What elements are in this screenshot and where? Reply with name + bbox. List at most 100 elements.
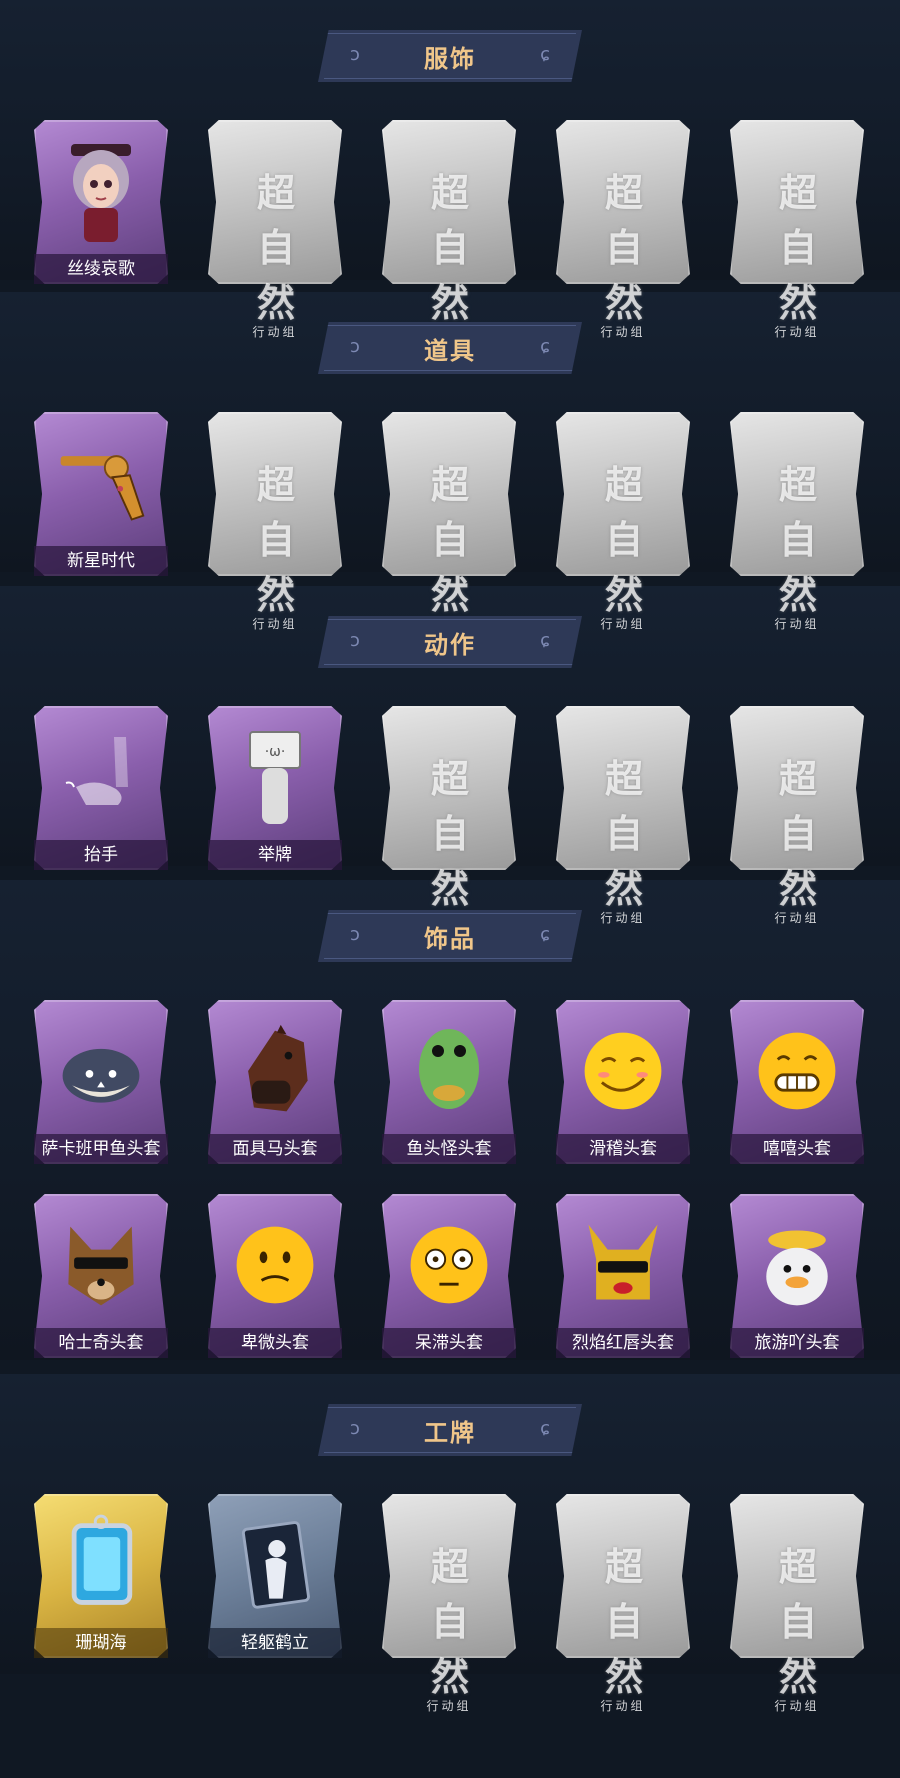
horse-mask-icon	[227, 1016, 323, 1126]
item-card[interactable]: 抬手	[30, 702, 172, 874]
locked-item-card[interactable]: 超自然行动组	[552, 1490, 694, 1713]
item-card[interactable]: 卑微头套	[204, 1190, 346, 1362]
watermark-sub: 行动组	[774, 1699, 820, 1713]
section-title: 服饰	[424, 44, 476, 73]
watermark-main: 超自然	[256, 463, 295, 617]
item-name: 萨卡班甲鱼头套	[34, 1134, 168, 1164]
section-title: 工牌	[424, 1418, 476, 1447]
placeholder-watermark: 超自然行动组	[414, 454, 485, 632]
watermark-sub: 行动组	[426, 1699, 472, 1713]
watermark-sub: 行动组	[252, 617, 298, 631]
item-name: 呆滞头套	[382, 1328, 516, 1358]
watermark-sub: 行动组	[774, 911, 820, 925]
locked-item-card[interactable]: 超自然行动组	[552, 116, 694, 339]
watermark-main: 超自然	[778, 463, 817, 617]
section-banner: ↄ 饰品 ɕ	[318, 910, 582, 962]
fish-head-icon	[53, 1016, 149, 1126]
locked-item-card[interactable]: 超自然行动组	[204, 408, 346, 631]
item-name: 举牌	[208, 840, 342, 870]
item-row: 哈士奇头套 卑微头套 呆滞头套 烈焰红唇头套 旅游吖头套	[0, 1190, 900, 1362]
locked-item-card[interactable]: 超自然行动组	[378, 1490, 520, 1713]
item-card[interactable]: 面具马头套	[204, 996, 346, 1168]
item-name: 滑稽头套	[556, 1134, 690, 1164]
item-card[interactable]: 丝绫哀歌	[30, 116, 172, 288]
item-card[interactable]: 鱼头怪头套	[378, 996, 520, 1168]
humble-face-icon	[227, 1210, 323, 1320]
hold-sign-icon: ·ω·	[227, 722, 323, 832]
item-name: 烈焰红唇头套	[556, 1328, 690, 1358]
locked-item-card[interactable]: 超自然行动组	[378, 116, 520, 339]
watermark-sub: 行动组	[774, 617, 820, 631]
placeholder-watermark: 超自然行动组	[762, 1536, 833, 1714]
section-banner: ↄ 动作 ɕ	[318, 616, 582, 668]
locked-item-card[interactable]: 超自然行动组	[726, 116, 868, 339]
item-card[interactable]: 新星时代	[30, 408, 172, 580]
watermark-main: 超自然	[778, 171, 817, 325]
girl-portrait-icon	[53, 136, 149, 246]
item-card[interactable]: 珊瑚海	[30, 1490, 172, 1662]
ornament-swirl-icon: ↄ	[350, 630, 360, 651]
ornament-swirl-icon: ɕ	[540, 630, 550, 651]
watermark-sub: 行动组	[600, 1699, 646, 1713]
watermark-sub: 行动组	[600, 325, 646, 339]
placeholder-watermark: 超自然行动组	[762, 748, 833, 926]
silhouette-badge-icon	[227, 1510, 323, 1620]
section-title: 饰品	[424, 924, 476, 953]
travel-duck-icon	[749, 1210, 845, 1320]
item-card[interactable]: 呆滞头套	[378, 1190, 520, 1362]
item-card[interactable]: 烈焰红唇头套	[552, 1190, 694, 1362]
item-card[interactable]: ·ω· 举牌	[204, 702, 346, 874]
placeholder-watermark: 超自然行动组	[588, 162, 659, 340]
locked-item-card[interactable]: 超自然行动组	[726, 1490, 868, 1713]
item-name: 丝绫哀歌	[34, 254, 168, 284]
ornament-swirl-icon: ↄ	[350, 1418, 360, 1439]
placeholder-watermark: 超自然行动组	[588, 1536, 659, 1714]
item-card[interactable]: 滑稽头套	[552, 996, 694, 1168]
locked-item-card[interactable]: 超自然行动组	[726, 408, 868, 631]
stunned-face-icon	[401, 1210, 497, 1320]
fishman-head-icon	[401, 1016, 497, 1126]
watermark-main: 超自然	[430, 1545, 469, 1699]
locked-item-card[interactable]: 超自然行动组	[726, 702, 868, 925]
item-card[interactable]: 轻躯鹤立	[204, 1490, 346, 1662]
item-card[interactable]: 嘻嘻头套	[726, 996, 868, 1168]
item-card[interactable]: 萨卡班甲鱼头套	[30, 996, 172, 1168]
locked-item-card[interactable]: 超自然行动组	[378, 408, 520, 631]
red-lips-head-icon	[575, 1210, 671, 1320]
placeholder-watermark: 超自然行动组	[240, 162, 311, 340]
watermark-main: 超自然	[604, 171, 643, 325]
section-title: 动作	[424, 630, 476, 659]
locked-item-card[interactable]: 超自然行动组	[378, 702, 520, 925]
watermark-sub: 行动组	[600, 617, 646, 631]
item-name: 鱼头怪头套	[382, 1134, 516, 1164]
locked-item-card[interactable]: 超自然行动组	[552, 408, 694, 631]
watermark-main: 超自然	[430, 463, 469, 617]
locked-item-card[interactable]: 超自然行动组	[552, 702, 694, 925]
item-name: 抬手	[34, 840, 168, 870]
watermark-main: 超自然	[778, 1545, 817, 1699]
placeholder-watermark: 超自然行动组	[762, 162, 833, 340]
locked-item-card[interactable]: 超自然行动组	[204, 116, 346, 339]
watermark-main: 超自然	[430, 757, 469, 911]
watermark-sub: 行动组	[774, 325, 820, 339]
item-name: 嘻嘻头套	[730, 1134, 864, 1164]
placeholder-watermark: 超自然行动组	[414, 1536, 485, 1714]
ornament-swirl-icon: ↄ	[350, 336, 360, 357]
item-card[interactable]: 哈士奇头套	[30, 1190, 172, 1362]
item-row: 新星时代超自然行动组超自然行动组超自然行动组超自然行动组	[0, 408, 900, 631]
section-banner: ↄ 道具 ɕ	[318, 322, 582, 374]
watermark-sub: 行动组	[600, 911, 646, 925]
placeholder-watermark: 超自然行动组	[414, 162, 485, 340]
funny-face-icon	[575, 1016, 671, 1126]
ornament-swirl-icon: ɕ	[540, 924, 550, 945]
section-title: 道具	[424, 336, 476, 365]
husky-head-icon	[53, 1210, 149, 1320]
item-name: 新星时代	[34, 546, 168, 576]
svg-text:·ω·: ·ω·	[265, 744, 286, 760]
item-name: 轻躯鹤立	[208, 1628, 342, 1658]
placeholder-watermark: 超自然行动组	[240, 454, 311, 632]
grin-face-icon	[749, 1016, 845, 1126]
item-name: 面具马头套	[208, 1134, 342, 1164]
watermark-main: 超自然	[256, 171, 295, 325]
item-card[interactable]: 旅游吖头套	[726, 1190, 868, 1362]
